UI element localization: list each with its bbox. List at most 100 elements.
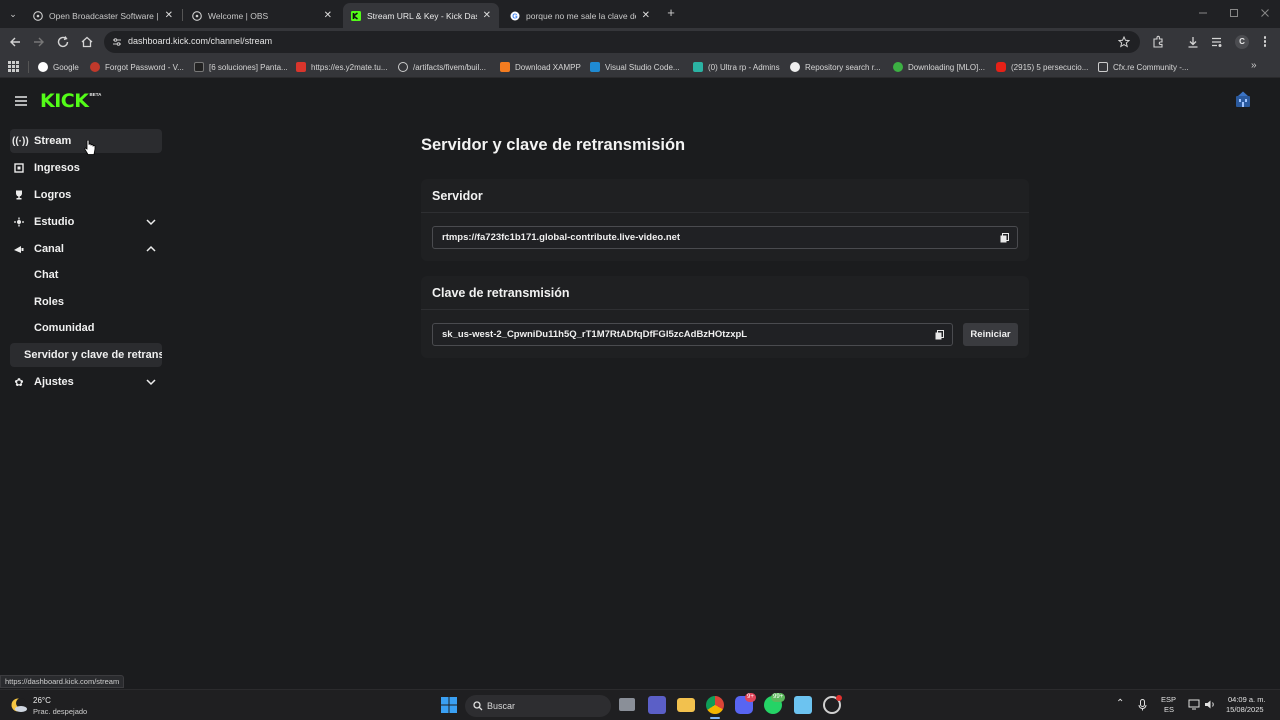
bookmark-vscode[interactable]: Visual Studio Code... (590, 60, 680, 74)
hamburger-menu-icon[interactable] (15, 96, 27, 106)
bookmark-soluciones[interactable]: [6 soluciones] Panta... (194, 60, 288, 74)
sidebar-item-logros[interactable]: Logros (10, 183, 162, 207)
close-icon[interactable]: ✕ (483, 10, 491, 21)
apps-grid-icon[interactable] (8, 61, 19, 72)
google-favicon-icon: G (510, 11, 520, 20)
clock-date: 15/08/2025 (1226, 705, 1264, 714)
teams-icon[interactable] (648, 696, 666, 714)
discord-badge: 9+ (745, 693, 756, 702)
new-tab-button[interactable]: + (664, 5, 678, 21)
bookmark-fivem-artifacts[interactable]: /artifacts/fivem/buil... (398, 60, 486, 74)
media-controls-icon[interactable] (1209, 34, 1225, 50)
bookmark-star-icon[interactable] (1118, 36, 1130, 48)
studio-icon (14, 217, 24, 227)
window-close-icon[interactable] (1260, 8, 1270, 18)
chevron-down-icon[interactable] (146, 217, 156, 227)
sidebar-item-canal[interactable]: Canal (10, 237, 162, 261)
file-explorer-icon[interactable] (677, 698, 695, 712)
home-icon[interactable] (79, 34, 95, 50)
close-icon[interactable]: ✕ (165, 10, 173, 21)
extensions-icon[interactable] (1150, 34, 1166, 50)
microphone-icon[interactable] (1138, 699, 1147, 711)
stream-key-field[interactable]: sk_us-west-2_CpwniDu11h5Q_rT1M7RtADfqDfF… (432, 323, 953, 346)
sidebar-item-label: Stream (34, 135, 72, 147)
server-heading: Servidor (421, 179, 1029, 213)
sidebar-item-label: Ingresos (34, 162, 80, 174)
bookmark-forgot-password[interactable]: Forgot Password - V... (90, 60, 184, 74)
keyboard-language-top[interactable]: ESP (1161, 695, 1176, 704)
close-icon[interactable]: ✕ (642, 10, 650, 21)
tab-title: Stream URL & Key - Kick Dashb (367, 10, 477, 21)
browser-menu-icon[interactable] (1262, 35, 1268, 49)
chrome-icon[interactable] (706, 696, 724, 714)
bookmark-ultra-rp[interactable]: (0) Ultra rp - Admins (693, 60, 780, 74)
weather-temp: 26°C (33, 696, 51, 705)
bookmark-cfx-community[interactable]: Cfx.re Community -... (1098, 60, 1189, 74)
bookmark-github-search[interactable]: Repository search r... (790, 60, 881, 74)
sidebar-subitem-stream-key[interactable]: Servidor y clave de retransmisión (10, 343, 162, 367)
volume-icon[interactable] (1204, 699, 1216, 710)
browser-tab-strip: ⌄ Open Broadcaster Software | O ✕ Welcom… (0, 0, 1280, 28)
copy-icon[interactable] (1000, 233, 1009, 243)
server-url-field[interactable]: rtmps://fa723fc1b171.global-contribute.l… (432, 226, 1018, 249)
broadcast-icon: ((·)) (12, 135, 29, 147)
tab-welcome-obs[interactable]: Welcome | OBS ✕ (184, 3, 340, 28)
more-bookmarks-icon[interactable]: » (1251, 60, 1257, 71)
maximize-icon[interactable] (1229, 8, 1239, 18)
tab-kick-dashboard[interactable]: Stream URL & Key - Kick Dashb ✕ (343, 3, 499, 28)
download-icon[interactable] (1185, 34, 1201, 50)
address-bar[interactable]: dashboard.kick.com/channel/stream (104, 31, 1140, 53)
sidebar-item-ajustes[interactable]: ✿ Ajustes (10, 370, 162, 394)
task-view-icon[interactable] (619, 698, 635, 711)
bookmark-downloading-mlo[interactable]: Downloading [MLO]... (893, 60, 985, 74)
ultra-rp-icon (693, 62, 703, 72)
bookmark-youtube[interactable]: (2915) 5 persecucio... (996, 60, 1088, 74)
bookmark-xampp[interactable]: Download XAMPP (500, 60, 581, 74)
taskbar-search[interactable]: Buscar (465, 695, 611, 717)
kick-logo[interactable]: KICK BETA (40, 90, 101, 112)
kick-beta-badge: BETA (89, 92, 102, 97)
sidebar-item-label: Estudio (34, 216, 75, 228)
reset-key-button[interactable]: Reiniciar (963, 323, 1018, 346)
tab-google-search[interactable]: G porque no me sale la clave de r ✕ (502, 3, 658, 28)
obs-favicon-icon (192, 10, 202, 21)
windows-taskbar: 26°C Prac. despejado Buscar 9+ 99+ ⌃ ESP… (0, 689, 1280, 720)
search-icon (473, 701, 483, 711)
tray-overflow-icon[interactable]: ⌃ (1116, 698, 1124, 709)
site-info-icon[interactable] (112, 37, 122, 47)
clock-time[interactable]: 04:09 a. m. (1228, 695, 1266, 704)
sidebar-subitem-comunidad[interactable]: Comunidad (10, 316, 162, 340)
user-avatar-icon[interactable] (1233, 90, 1253, 110)
minimize-icon[interactable] (1198, 8, 1208, 18)
download-site-icon (893, 62, 903, 72)
page-icon (194, 62, 204, 72)
bookmark-y2mate[interactable]: https://es.y2mate.tu... (296, 60, 387, 74)
close-icon[interactable]: ✕ (324, 10, 332, 21)
youtube-icon (996, 62, 1006, 72)
remote-desktop-icon[interactable] (794, 696, 812, 714)
chevron-down-icon[interactable] (146, 377, 156, 387)
channel-icon (14, 246, 24, 253)
tab-obs-website[interactable]: Open Broadcaster Software | O ✕ (25, 3, 181, 28)
xampp-icon (500, 62, 510, 72)
sidebar-subitem-roles[interactable]: Roles (10, 290, 162, 314)
tab-title: Open Broadcaster Software | O (49, 10, 159, 21)
sidebar-item-ingresos[interactable]: Ingresos (10, 156, 162, 180)
sidebar-subitem-chat[interactable]: Chat (10, 263, 162, 287)
reload-icon[interactable] (55, 34, 71, 50)
forward-arrow-icon[interactable] (31, 34, 47, 50)
network-icon[interactable] (1188, 699, 1200, 710)
back-arrow-icon[interactable] (7, 34, 23, 50)
chevron-up-icon[interactable] (146, 244, 156, 254)
windows-start-icon[interactable] (440, 696, 458, 714)
profile-avatar[interactable]: C (1235, 35, 1249, 49)
copy-icon[interactable] (935, 330, 944, 340)
tab-search-button[interactable]: ⌄ (6, 7, 20, 21)
bookmark-google[interactable]: Google (38, 60, 79, 74)
y2mate-icon (296, 62, 306, 72)
weather-widget[interactable]: 26°C Prac. despejado (10, 694, 120, 718)
sidebar-item-estudio[interactable]: Estudio (10, 210, 162, 234)
status-bar-url: https://dashboard.kick.com/stream (0, 675, 125, 688)
gear-icon: ✿ (14, 376, 24, 389)
bookmarks-divider (28, 61, 29, 73)
